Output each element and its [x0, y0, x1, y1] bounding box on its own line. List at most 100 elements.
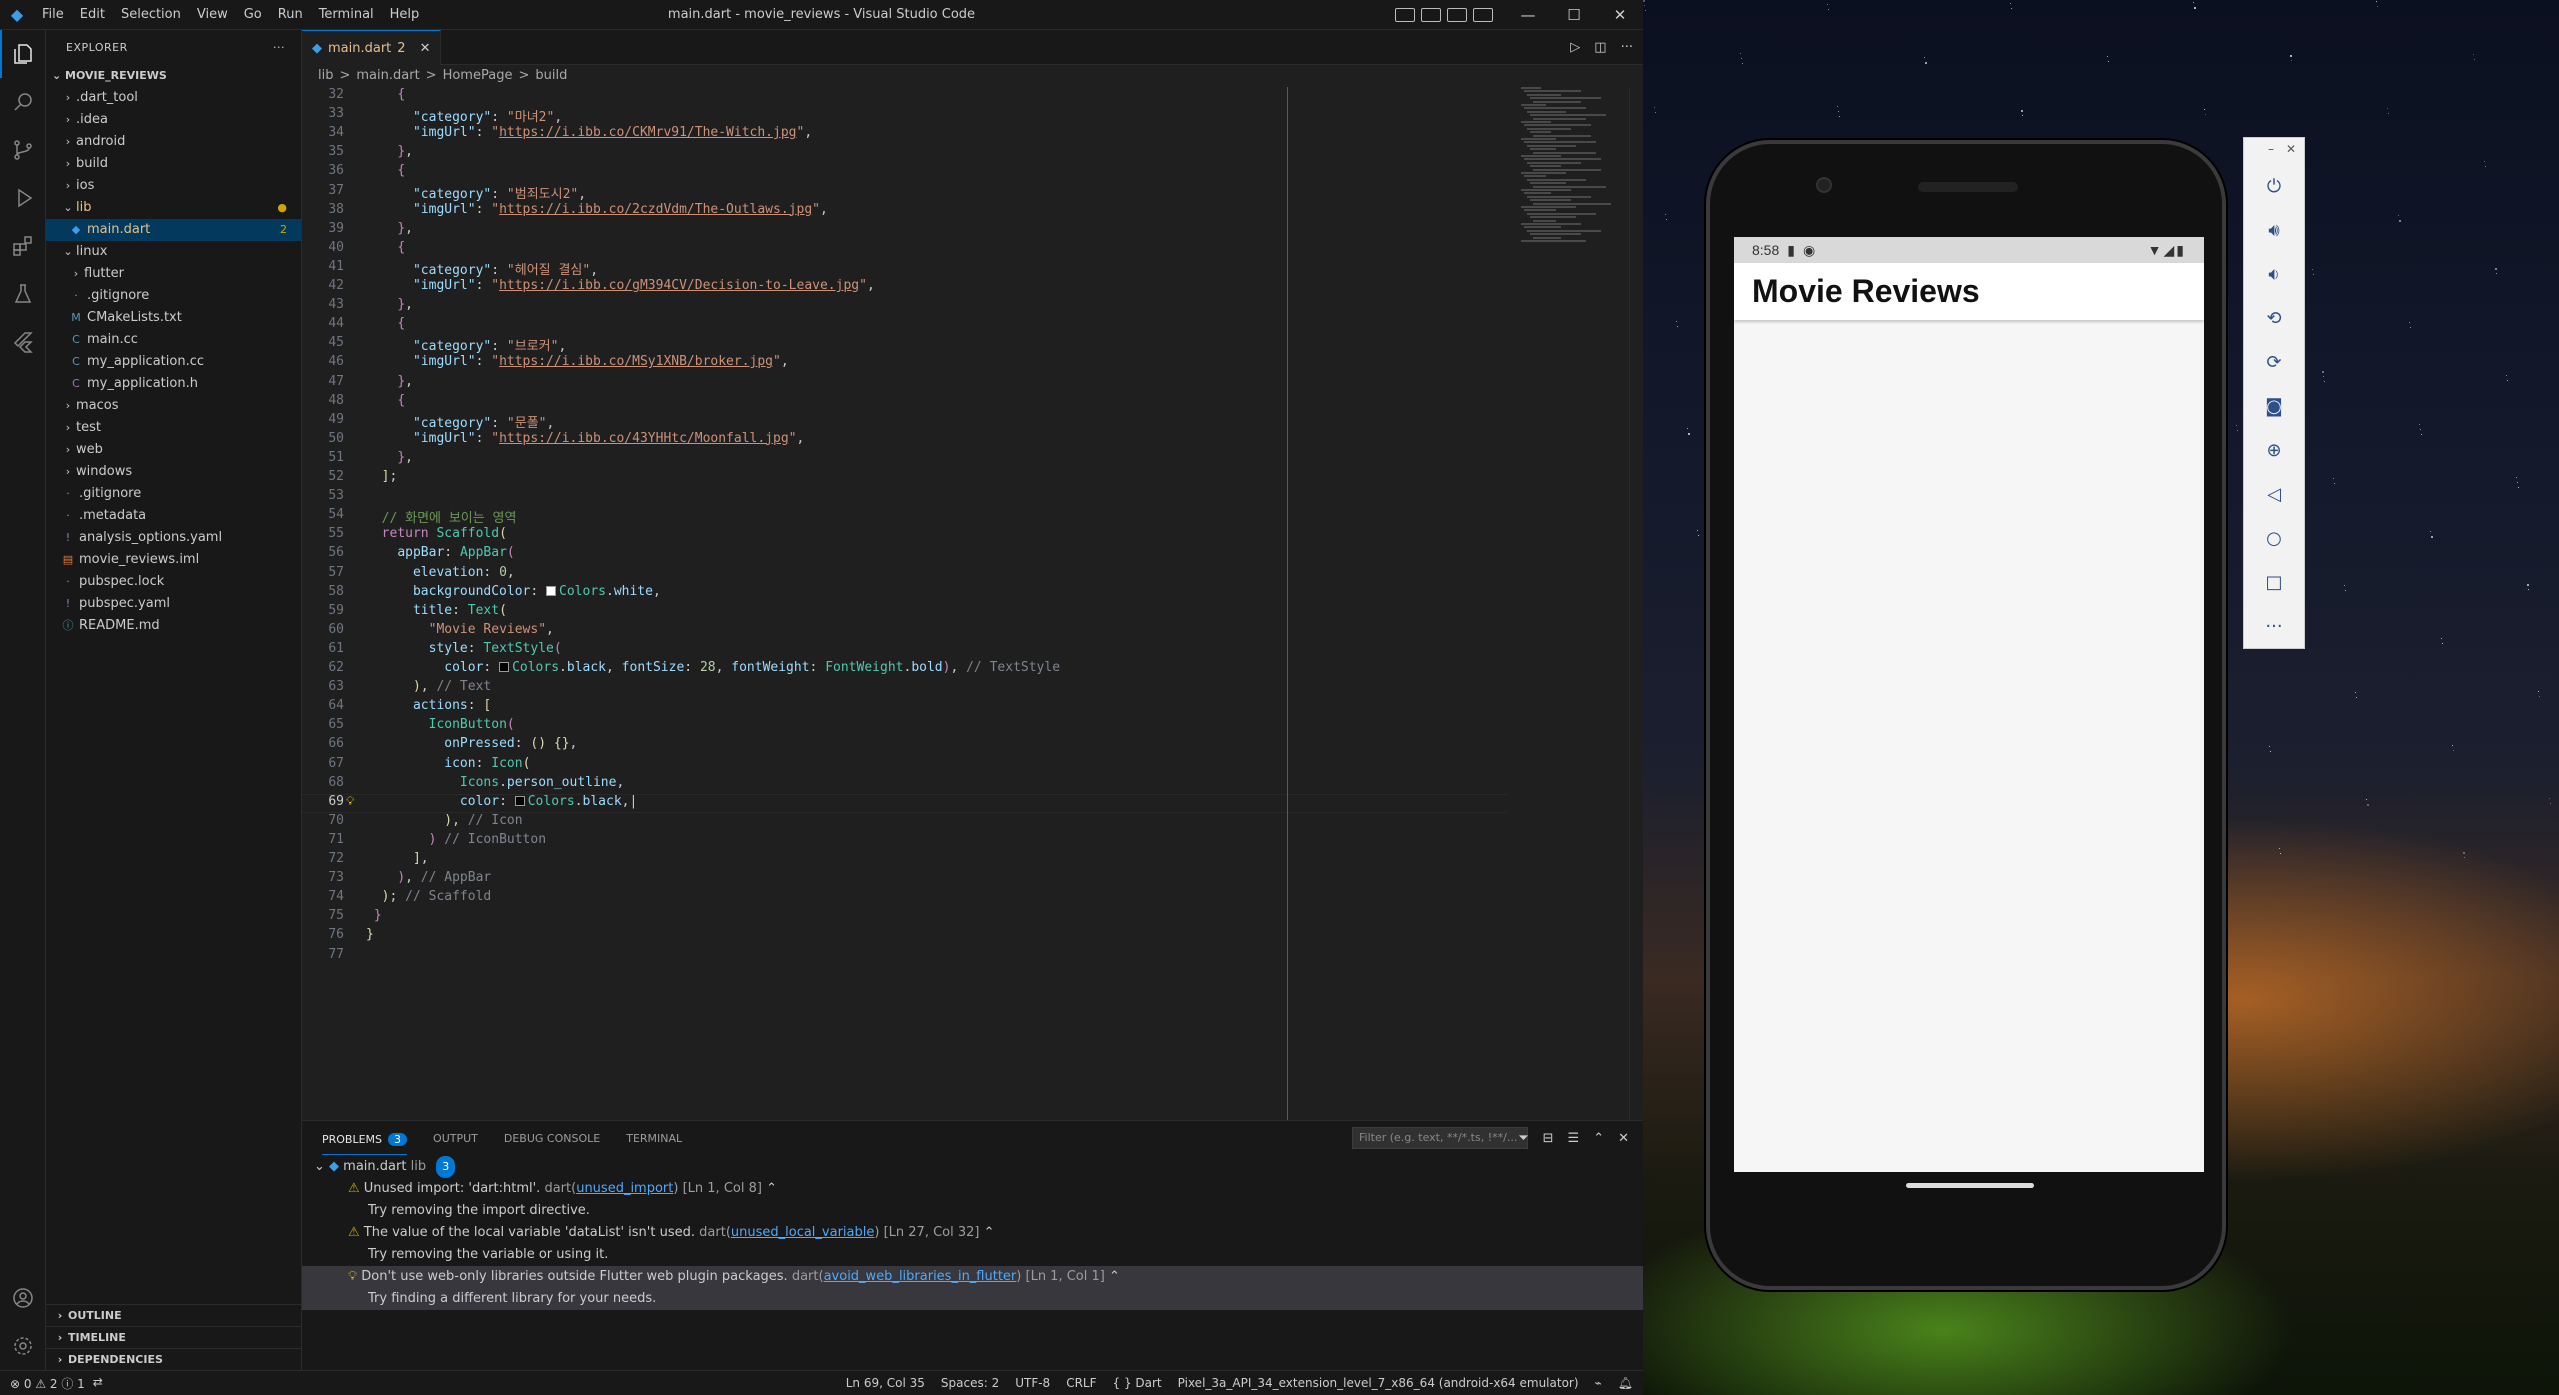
notifications-bell-icon[interactable]: 🔔︎ — [1618, 1376, 1633, 1390]
chevron-up-icon[interactable]: ⌃ — [984, 1225, 995, 1240]
close-tab-icon[interactable]: ✕ — [420, 41, 431, 56]
menu-terminal[interactable]: Terminal — [311, 0, 382, 30]
view-as-tree-icon[interactable]: ☰ — [1568, 1131, 1580, 1146]
tree-item[interactable]: › flutter — [46, 263, 301, 285]
minimize-button[interactable]: — — [1505, 0, 1551, 30]
rotate-right-icon[interactable]: ⟳ — [2244, 340, 2304, 384]
tree-item[interactable]: › .idea — [46, 109, 301, 131]
tab-terminal[interactable]: TERMINAL — [626, 1132, 682, 1145]
sync-icon[interactable]: ⇄ — [93, 1375, 103, 1392]
camera-icon[interactable]: ◙ — [2244, 384, 2304, 428]
run-icon[interactable]: ▷ — [1570, 40, 1580, 55]
menu-edit[interactable]: Edit — [72, 0, 113, 30]
problems-filter-input[interactable]: Filter (e.g. text, **/*.ts, !**/... — [1352, 1127, 1528, 1149]
breadcrumb-item[interactable]: lib — [318, 65, 333, 87]
accounts-icon[interactable] — [0, 1274, 46, 1322]
problem-item[interactable]: ⚠ Unused import: 'dart:html'. dart(unuse… — [302, 1178, 1643, 1200]
tree-item[interactable]: › web — [46, 439, 301, 461]
problem-item[interactable]: ⚠ The value of the local variable 'dataL… — [302, 1222, 1643, 1244]
tree-item[interactable]: › ios — [46, 175, 301, 197]
more-actions-icon[interactable]: ··· — [1621, 40, 1633, 55]
problem-item[interactable]: 💡︎ Don't use web-only libraries outside … — [302, 1266, 1643, 1288]
tree-item[interactable]: › android — [46, 131, 301, 153]
language-mode[interactable]: { } Dart — [1113, 1376, 1162, 1390]
chevron-up-icon[interactable]: ⌃ — [766, 1181, 777, 1196]
breadcrumb-item[interactable]: main.dart — [356, 65, 419, 87]
extensions-icon[interactable] — [0, 222, 46, 270]
problem-code-link[interactable]: unused_import — [576, 1181, 673, 1196]
problems-status[interactable]: ⊗ 0 ⚠ 2 ⓘ 1 — [10, 1375, 85, 1392]
run-debug-icon[interactable] — [0, 174, 46, 222]
tree-item[interactable]: › build — [46, 153, 301, 175]
tree-item[interactable]: Cmy_application.h — [46, 373, 301, 395]
lightbulb-icon[interactable]: 💡︎ — [346, 794, 354, 809]
menu-view[interactable]: View — [189, 0, 236, 30]
explorer-icon[interactable] — [0, 30, 46, 78]
close-window-button[interactable]: ✕ — [1597, 0, 1643, 30]
tree-item[interactable]: M CMakeLists.txt — [46, 307, 301, 329]
tree-item[interactable]: › .dart_tool — [46, 87, 301, 109]
manage-gear-icon[interactable] — [0, 1322, 46, 1370]
toggle-secondary-sidebar-icon[interactable] — [1447, 8, 1467, 22]
tab-debug-console[interactable]: DEBUG CONSOLE — [504, 1132, 600, 1145]
volume-up-icon[interactable]: 🔊︎ — [2244, 208, 2304, 252]
filter-icon[interactable]: ⏷ — [1518, 1131, 1528, 1146]
back-icon[interactable]: ◁ — [2244, 472, 2304, 516]
maximize-button[interactable]: ☐ — [1551, 0, 1597, 30]
tree-item[interactable]: ! analysis_options.yaml — [46, 527, 301, 549]
close-emulator-icon[interactable]: ✕ — [2286, 142, 2296, 160]
minimap[interactable] — [1517, 87, 1627, 267]
home-icon[interactable]: ○ — [2244, 516, 2304, 560]
toggle-primary-sidebar-icon[interactable] — [1395, 8, 1415, 22]
source-control-icon[interactable] — [0, 126, 46, 174]
split-editor-icon[interactable]: ◫ — [1594, 40, 1606, 55]
cursor-position[interactable]: Ln 69, Col 35 — [846, 1376, 925, 1390]
tree-item[interactable]: › test — [46, 417, 301, 439]
menu-selection[interactable]: Selection — [113, 0, 189, 30]
workspace-root[interactable]: ⌄ MOVIE_REVIEWS — [46, 65, 301, 87]
breadcrumb-item[interactable]: build — [535, 65, 567, 87]
tree-item[interactable]: Cmy_application.cc — [46, 351, 301, 373]
volume-down-icon[interactable]: 🔉︎ — [2244, 252, 2304, 296]
encoding[interactable]: UTF-8 — [1015, 1376, 1050, 1390]
maximize-panel-icon[interactable]: ⌃ — [1593, 1131, 1604, 1146]
testing-icon[interactable] — [0, 270, 46, 318]
rotate-left-icon[interactable]: ⟲ — [2244, 296, 2304, 340]
section-outline[interactable]: › OUTLINE — [46, 1304, 301, 1326]
customize-layout-icon[interactable] — [1473, 8, 1493, 22]
tree-item[interactable]: ⌄ lib ● — [46, 197, 301, 219]
section-timeline[interactable]: › TIMELINE — [46, 1326, 301, 1348]
toggle-panel-icon[interactable] — [1421, 8, 1441, 22]
minimize-emulator-icon[interactable]: – — [2268, 142, 2274, 160]
phone-screen[interactable]: 8:58 ▮ ◉ ▼◢▮ Movie Reviews — [1734, 237, 2204, 1172]
menu-help[interactable]: Help — [382, 0, 428, 30]
tree-item[interactable]: ⓘ README.md — [46, 615, 301, 637]
code-editor[interactable]: 32 {33 "category": "마녀2", 34 "imgUrl": "h… — [302, 87, 1507, 1120]
tree-item[interactable]: › windows — [46, 461, 301, 483]
problem-code-link[interactable]: avoid_web_libraries_in_flutter — [824, 1269, 1017, 1284]
flutter-icon[interactable] — [0, 318, 46, 366]
broadcast-icon[interactable]: ⌁ — [1595, 1376, 1602, 1390]
tree-item[interactable]: ⌄ linux — [46, 241, 301, 263]
tree-item[interactable]: · .metadata — [46, 505, 301, 527]
tree-item[interactable]: · .gitignore — [46, 483, 301, 505]
menu-file[interactable]: File — [34, 0, 72, 30]
line-endings[interactable]: CRLF — [1066, 1376, 1096, 1390]
indentation[interactable]: Spaces: 2 — [941, 1376, 999, 1390]
menu-go[interactable]: Go — [236, 0, 270, 30]
tree-item[interactable]: ▤ movie_reviews.iml — [46, 549, 301, 571]
tab-main-dart[interactable]: ◆ main.dart 2 ✕ — [302, 30, 442, 65]
close-panel-icon[interactable]: ✕ — [1618, 1131, 1629, 1146]
tree-item[interactable]: · .gitignore — [46, 285, 301, 307]
overview-icon[interactable]: □ — [2244, 560, 2304, 604]
tree-item[interactable]: ! pubspec.yaml — [46, 593, 301, 615]
search-icon[interactable] — [0, 78, 46, 126]
more-actions-icon[interactable]: ··· — [273, 41, 285, 54]
menu-run[interactable]: Run — [270, 0, 311, 30]
collapse-all-icon[interactable]: ⊟ — [1543, 1131, 1554, 1146]
more-options-icon[interactable]: ··· — [2244, 604, 2304, 648]
breadcrumb-item[interactable]: HomePage — [443, 65, 513, 87]
tab-output[interactable]: OUTPUT — [433, 1132, 478, 1145]
problems-file-row[interactable]: ⌄ ◆ main.dart lib 3 — [302, 1156, 1643, 1178]
zoom-icon[interactable]: ⊕ — [2244, 428, 2304, 472]
